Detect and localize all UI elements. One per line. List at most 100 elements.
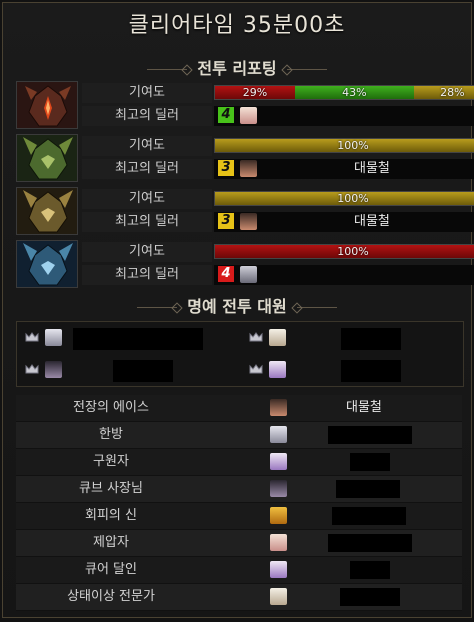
divider-ornament <box>296 307 337 308</box>
top-dealer-cell: 3 대물철 <box>214 159 474 179</box>
character-avatar[interactable] <box>45 361 62 378</box>
award-row-evasion: 회피의 신 <box>16 503 462 530</box>
award-row-savior: 구원자 <box>16 449 462 476</box>
character-avatar[interactable] <box>269 361 286 378</box>
character-avatar[interactable] <box>270 426 287 443</box>
contribution-segment-1: 29% <box>215 86 296 99</box>
award-title: 구원자 <box>93 454 129 469</box>
gold-dragon-boss-icon <box>16 187 78 235</box>
top-dealer-name: 대물철 <box>354 161 390 176</box>
top-dealer-cell: 4 <box>214 106 474 126</box>
contribution-segment-2: 43% <box>295 86 414 99</box>
award-title: 큐어 달인 <box>85 562 137 577</box>
party-rank-badge: 4 <box>218 107 234 123</box>
award-row-cube-boss: 큐브 사장님 <box>16 476 462 503</box>
report-heading: 전투 리포팅 <box>197 59 277 78</box>
redacted-name <box>328 534 412 552</box>
honor-member <box>17 324 237 352</box>
award-row-suppressor: 제압자 <box>16 530 462 557</box>
party-rank-badge: 3 <box>218 213 234 229</box>
top-dealer-row: 최고의 딜러 4 <box>82 106 474 126</box>
redacted-name <box>113 360 173 382</box>
contribution-bar: 100% <box>214 138 474 153</box>
contribution-label: 기여도 <box>82 83 212 103</box>
redacted-name <box>340 588 400 606</box>
divider-ornament <box>147 69 188 70</box>
top-dealer-cell: 3 대물철 <box>214 212 474 232</box>
character-avatar[interactable] <box>240 107 257 124</box>
redacted-name <box>73 328 203 350</box>
award-title: 회피의 신 <box>85 508 137 523</box>
party-rank-badge: 3 <box>218 160 234 176</box>
honor-heading: 명예 전투 대원 <box>187 297 287 316</box>
contribution-segment-3: 28% <box>413 86 474 99</box>
redacted-name <box>350 453 390 471</box>
award-title: 전장의 에이스 <box>73 400 149 415</box>
character-avatar[interactable] <box>270 534 287 551</box>
result-panel: 클리어타임 35분00초 전투 리포팅 기여도 29% 43% 28% 최고의 … <box>2 2 474 618</box>
report-heading-row: 전투 리포팅 <box>3 55 471 79</box>
award-winner-name: 대물철 <box>346 400 382 415</box>
contribution-row: 기여도 100% <box>82 136 474 156</box>
redacted-name <box>341 360 401 382</box>
character-avatar[interactable] <box>270 480 287 497</box>
award-row-one-shot: 한방 <box>16 422 462 449</box>
top-dealer-label: 최고의 딜러 <box>82 159 212 179</box>
contribution-segment-1: 100% <box>215 139 474 152</box>
red-dragon-boss-icon <box>16 81 78 129</box>
character-avatar[interactable] <box>240 266 257 283</box>
award-row-ace: 전장의 에이스 대물철 <box>16 395 462 422</box>
boss-report-1: 기여도 29% 43% 28% 최고의 딜러 4 <box>16 81 474 129</box>
character-avatar[interactable] <box>270 588 287 605</box>
top-dealer-name: 대물철 <box>354 214 390 229</box>
contribution-label: 기여도 <box>82 242 212 262</box>
award-title: 한방 <box>99 427 123 442</box>
honor-member <box>241 324 461 352</box>
boss-report-2: 기여도 100% 최고의 딜러 3 대물철 <box>16 134 474 182</box>
honor-members-panel <box>16 321 464 387</box>
top-dealer-row: 최고의 딜러 3 대물철 <box>82 212 474 232</box>
award-row-cure-master: 큐어 달인 <box>16 557 462 584</box>
character-avatar[interactable] <box>270 399 287 416</box>
crown-icon <box>25 332 39 342</box>
redacted-name <box>350 561 390 579</box>
award-row-status-expert: 상태이상 전문가 <box>16 584 462 611</box>
redacted-name <box>328 426 412 444</box>
honor-heading-row: 명예 전투 대원 <box>3 293 471 317</box>
party-rank-badge: 4 <box>218 266 234 282</box>
character-avatar[interactable] <box>270 561 287 578</box>
award-title: 상태이상 전문가 <box>67 589 155 604</box>
contribution-bar: 29% 43% 28% <box>214 85 474 100</box>
awards-list: 전장의 에이스 대물철 한방 구원자 큐브 사장님 회피의 신 제압자 큐어 달… <box>16 395 462 611</box>
top-dealer-label: 최고의 딜러 <box>82 265 212 285</box>
top-dealer-label: 최고의 딜러 <box>82 106 212 126</box>
character-avatar[interactable] <box>240 160 257 177</box>
contribution-segment-1: 100% <box>215 245 474 258</box>
contribution-bar: 100% <box>214 191 474 206</box>
contribution-bar: 100% <box>214 244 474 259</box>
character-avatar[interactable] <box>240 213 257 230</box>
clear-time-title: 클리어타임 35분00초 <box>128 13 346 38</box>
contribution-row: 기여도 29% 43% 28% <box>82 83 474 103</box>
top-dealer-label: 최고의 딜러 <box>82 212 212 232</box>
character-avatar[interactable] <box>45 329 62 346</box>
character-avatar[interactable] <box>270 453 287 470</box>
top-dealer-row: 최고의 딜러 4 <box>82 265 474 285</box>
crown-icon <box>249 364 263 374</box>
contribution-label: 기여도 <box>82 136 212 156</box>
crown-icon <box>25 364 39 374</box>
contribution-label: 기여도 <box>82 189 212 209</box>
top-dealer-row: 최고의 딜러 3 대물철 <box>82 159 474 179</box>
top-dealer-cell: 4 <box>214 265 474 285</box>
redacted-name <box>341 328 401 350</box>
green-dragon-boss-icon <box>16 134 78 182</box>
redacted-name <box>332 507 406 525</box>
award-title: 큐브 사장님 <box>79 481 143 496</box>
character-avatar[interactable] <box>270 507 287 524</box>
redacted-name <box>336 480 400 498</box>
character-avatar[interactable] <box>269 329 286 346</box>
blue-dragon-boss-icon <box>16 240 78 288</box>
award-title: 제압자 <box>93 535 129 550</box>
contribution-row: 기여도 100% <box>82 189 474 209</box>
honor-member <box>241 356 461 384</box>
